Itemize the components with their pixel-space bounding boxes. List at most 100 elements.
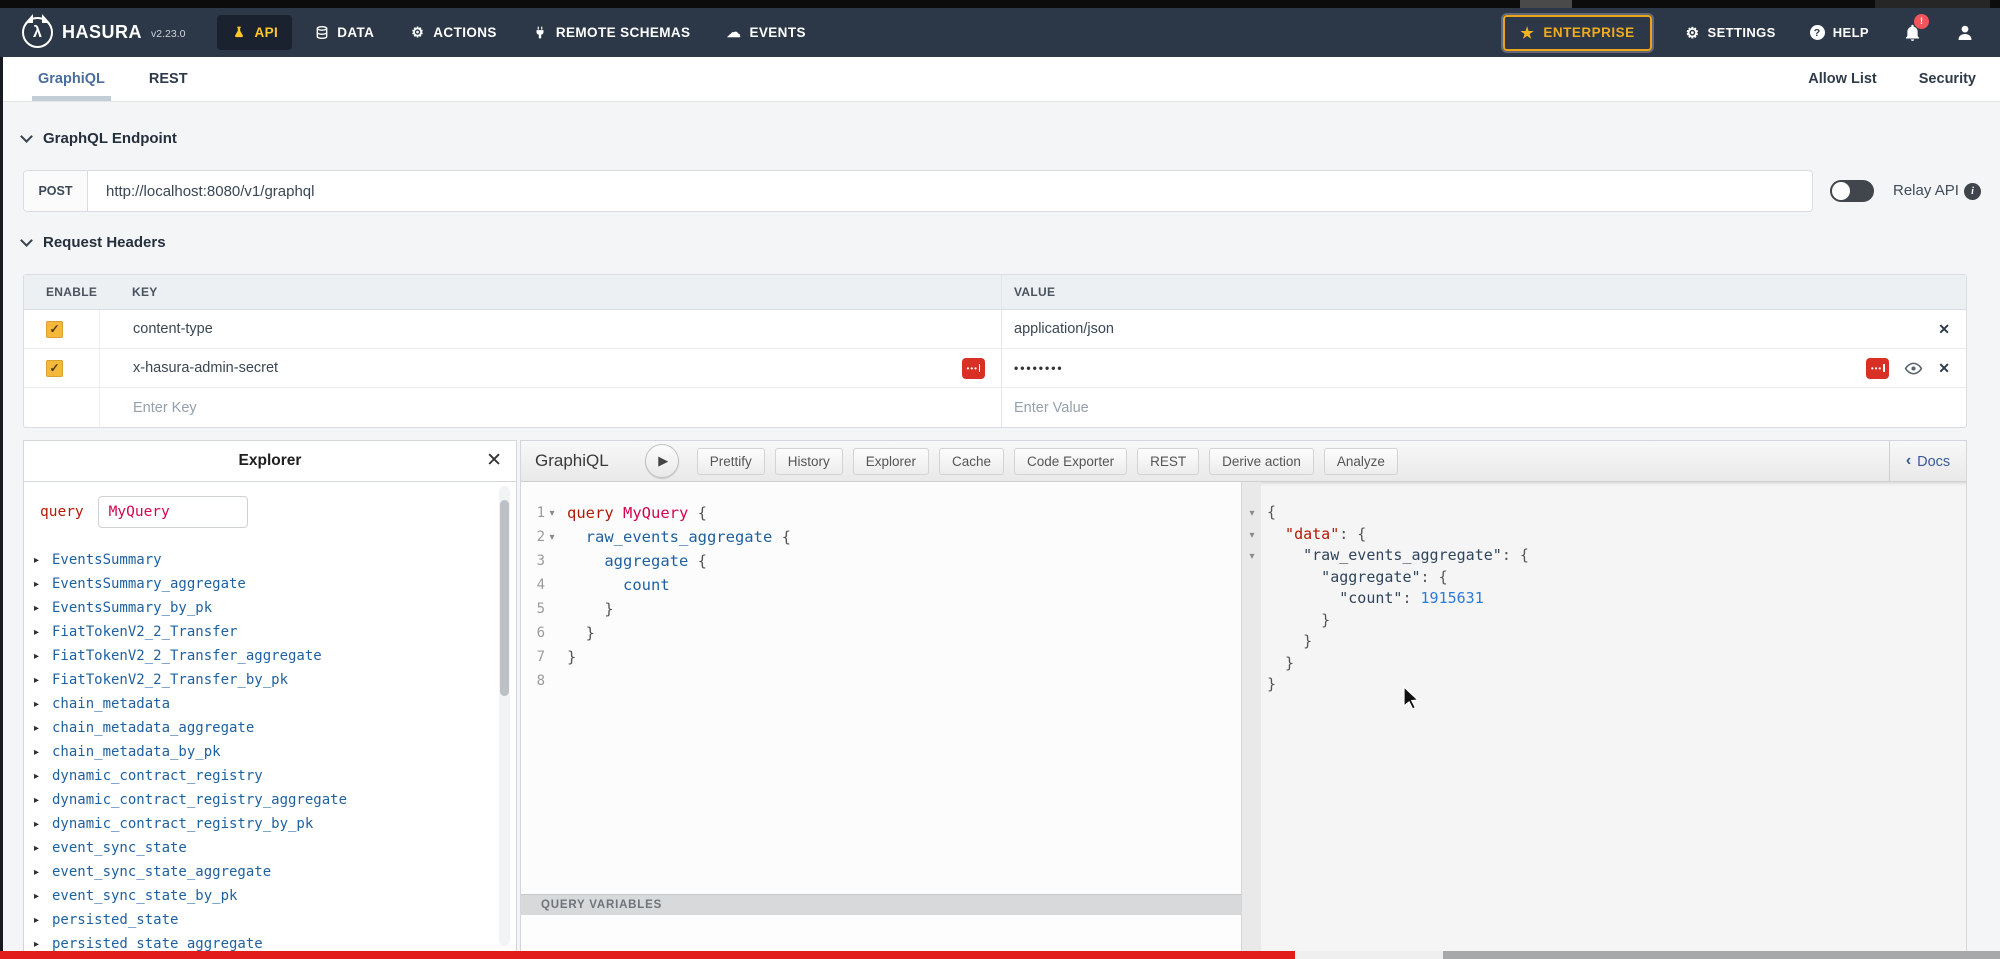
nav-item-remote-schemas[interactable]: REMOTE SCHEMAS bbox=[519, 15, 705, 50]
toolbar-button-prettify[interactable]: Prettify bbox=[697, 448, 765, 475]
triangle-right-icon[interactable]: ▸ bbox=[34, 771, 52, 782]
triangle-right-icon[interactable]: ▸ bbox=[34, 915, 52, 926]
graphiql-panel: GraphiQL ▶ PrettifyHistoryExplorerCacheC… bbox=[520, 440, 1967, 953]
explorer-field-label: dynamic_contract_registry_by_pk bbox=[52, 816, 313, 832]
explorer-field[interactable]: ▸event_sync_state bbox=[34, 836, 492, 860]
video-progress-bar[interactable] bbox=[0, 951, 2000, 959]
explorer-field[interactable]: ▸chain_metadata_aggregate bbox=[34, 716, 492, 740]
lastpass-icon[interactable] bbox=[1866, 358, 1889, 379]
triangle-right-icon[interactable]: ▸ bbox=[34, 819, 52, 830]
header-value[interactable]: application/json bbox=[1014, 321, 1114, 337]
scrollbar-thumb[interactable] bbox=[500, 500, 509, 696]
reveal-value-eye-icon[interactable] bbox=[1904, 359, 1923, 378]
triangle-right-icon[interactable]: ▸ bbox=[34, 579, 52, 590]
query-code[interactable]: query MyQuery { raw_events_aggregate { a… bbox=[567, 501, 791, 693]
query-name-input[interactable] bbox=[98, 496, 248, 528]
query-variables-editor[interactable] bbox=[521, 915, 1241, 952]
explorer-field-label: dynamic_contract_registry_aggregate bbox=[52, 792, 347, 808]
triangle-right-icon[interactable]: ▸ bbox=[34, 555, 52, 566]
explorer-field[interactable]: ▸persisted_state bbox=[34, 908, 492, 932]
triangle-right-icon[interactable]: ▸ bbox=[34, 843, 52, 854]
triangle-right-icon[interactable]: ▸ bbox=[34, 723, 52, 734]
header-key[interactable]: x-hasura-admin-secret bbox=[133, 360, 278, 376]
enter-key-input[interactable]: Enter Key bbox=[133, 400, 197, 416]
enter-value-input[interactable]: Enter Value bbox=[1014, 400, 1089, 416]
graphql-endpoint-section-header[interactable]: GraphQL Endpoint bbox=[22, 130, 177, 147]
request-headers-section-header[interactable]: Request Headers bbox=[22, 234, 166, 251]
endpoint-url-input[interactable] bbox=[88, 171, 1812, 211]
nav-item-actions[interactable]: ⚙ ACTIONS bbox=[396, 15, 511, 50]
help-button[interactable]: ? HELP bbox=[1810, 25, 1869, 40]
lastpass-icon[interactable] bbox=[962, 358, 985, 379]
enterprise-button[interactable]: ★ ENTERPRISE bbox=[1503, 15, 1651, 51]
explorer-panel: Explorer ✕ query ▸EventsSummary▸EventsSu… bbox=[23, 440, 517, 953]
enable-checkbox[interactable]: ✓ bbox=[46, 360, 63, 377]
nav-item-label: ACTIONS bbox=[433, 25, 497, 40]
header-value-masked[interactable]: •••••••• bbox=[1014, 361, 1064, 375]
triangle-right-icon[interactable]: ▸ bbox=[34, 939, 52, 950]
toolbar-button-analyze[interactable]: Analyze bbox=[1324, 448, 1398, 475]
explorer-field[interactable]: ▸FiatTokenV2_2_Transfer bbox=[34, 620, 492, 644]
triangle-right-icon[interactable]: ▸ bbox=[34, 795, 52, 806]
fold-arrow-icon[interactable]: ▾ bbox=[545, 508, 559, 519]
triangle-right-icon[interactable]: ▸ bbox=[34, 891, 52, 902]
chevron-down-icon bbox=[20, 130, 33, 143]
enable-checkbox[interactable]: ✓ bbox=[46, 321, 63, 338]
triangle-right-icon[interactable]: ▸ bbox=[34, 867, 52, 878]
pane-divider[interactable]: ▾▾▾ bbox=[1241, 482, 1261, 952]
info-icon[interactable]: i bbox=[1964, 183, 1981, 200]
tab-security[interactable]: Security bbox=[1919, 57, 1976, 101]
toolbar-button-code-exporter[interactable]: Code Exporter bbox=[1014, 448, 1127, 475]
remove-header-icon[interactable]: ✕ bbox=[1938, 321, 1950, 338]
toolbar-button-explorer[interactable]: Explorer bbox=[853, 448, 929, 475]
explorer-field[interactable]: ▸EventsSummary bbox=[34, 548, 492, 572]
toolbar-button-rest[interactable]: REST bbox=[1137, 448, 1199, 475]
video-left-edge bbox=[0, 57, 3, 951]
nav-item-data[interactable]: DATA bbox=[300, 15, 388, 50]
explorer-field[interactable]: ▸chain_metadata_by_pk bbox=[34, 740, 492, 764]
explorer-field[interactable]: ▸event_sync_state_aggregate bbox=[34, 860, 492, 884]
triangle-right-icon[interactable]: ▸ bbox=[34, 603, 52, 614]
fold-arrow-icon[interactable]: ▾ bbox=[545, 532, 559, 543]
fold-arrow-icon: ▾ bbox=[1242, 525, 1262, 547]
video-top-bar-block bbox=[1875, 0, 1990, 8]
execute-query-button[interactable]: ▶ bbox=[645, 444, 679, 478]
cloud-icon: ☁ bbox=[726, 25, 741, 40]
triangle-right-icon[interactable]: ▸ bbox=[34, 699, 52, 710]
remove-header-icon[interactable]: ✕ bbox=[1938, 360, 1950, 377]
brand[interactable]: λ HASURA v2.23.0 bbox=[22, 17, 185, 48]
explorer-field[interactable]: ▸dynamic_contract_registry bbox=[34, 764, 492, 788]
explorer-field[interactable]: ▸FiatTokenV2_2_Transfer_aggregate bbox=[34, 644, 492, 668]
docs-button[interactable]: ‹ Docs bbox=[1889, 441, 1966, 482]
nav-item-api[interactable]: API bbox=[217, 15, 292, 50]
close-icon[interactable]: ✕ bbox=[486, 449, 502, 472]
relay-api-toggle[interactable] bbox=[1830, 180, 1874, 202]
tab-graphiql[interactable]: GraphiQL bbox=[38, 57, 105, 101]
toolbar-button-cache[interactable]: Cache bbox=[939, 448, 1004, 475]
explorer-field-label: chain_metadata bbox=[52, 696, 170, 712]
fold-arrow-icon: ▾ bbox=[1242, 503, 1262, 525]
triangle-right-icon[interactable]: ▸ bbox=[34, 675, 52, 686]
explorer-field[interactable]: ▸EventsSummary_aggregate bbox=[34, 572, 492, 596]
notifications-button[interactable]: ! bbox=[1903, 23, 1922, 43]
explorer-field[interactable]: ▸event_sync_state_by_pk bbox=[34, 884, 492, 908]
tab-rest[interactable]: REST bbox=[149, 57, 188, 101]
nav-item-events[interactable]: ☁ EVENTS bbox=[712, 15, 819, 50]
header-key[interactable]: content-type bbox=[133, 321, 213, 337]
triangle-right-icon[interactable]: ▸ bbox=[34, 651, 52, 662]
explorer-field[interactable]: ▸dynamic_contract_registry_by_pk bbox=[34, 812, 492, 836]
explorer-field[interactable]: ▸chain_metadata bbox=[34, 692, 492, 716]
triangle-right-icon[interactable]: ▸ bbox=[34, 627, 52, 638]
toolbar-button-derive-action[interactable]: Derive action bbox=[1209, 448, 1314, 475]
explorer-field[interactable]: ▸dynamic_contract_registry_aggregate bbox=[34, 788, 492, 812]
explorer-scrollbar[interactable] bbox=[499, 486, 510, 946]
chevron-down-icon bbox=[20, 234, 33, 247]
triangle-right-icon[interactable]: ▸ bbox=[34, 747, 52, 758]
user-menu-button[interactable] bbox=[1956, 23, 1974, 42]
explorer-field[interactable]: ▸EventsSummary_by_pk bbox=[34, 596, 492, 620]
toolbar-button-history[interactable]: History bbox=[775, 448, 843, 475]
settings-button[interactable]: ⚙ SETTINGS bbox=[1686, 24, 1776, 42]
explorer-field[interactable]: ▸FiatTokenV2_2_Transfer_by_pk bbox=[34, 668, 492, 692]
query-variables-bar[interactable]: QUERY VARIABLES bbox=[521, 894, 1241, 915]
tab-allow-list[interactable]: Allow List bbox=[1808, 57, 1876, 101]
